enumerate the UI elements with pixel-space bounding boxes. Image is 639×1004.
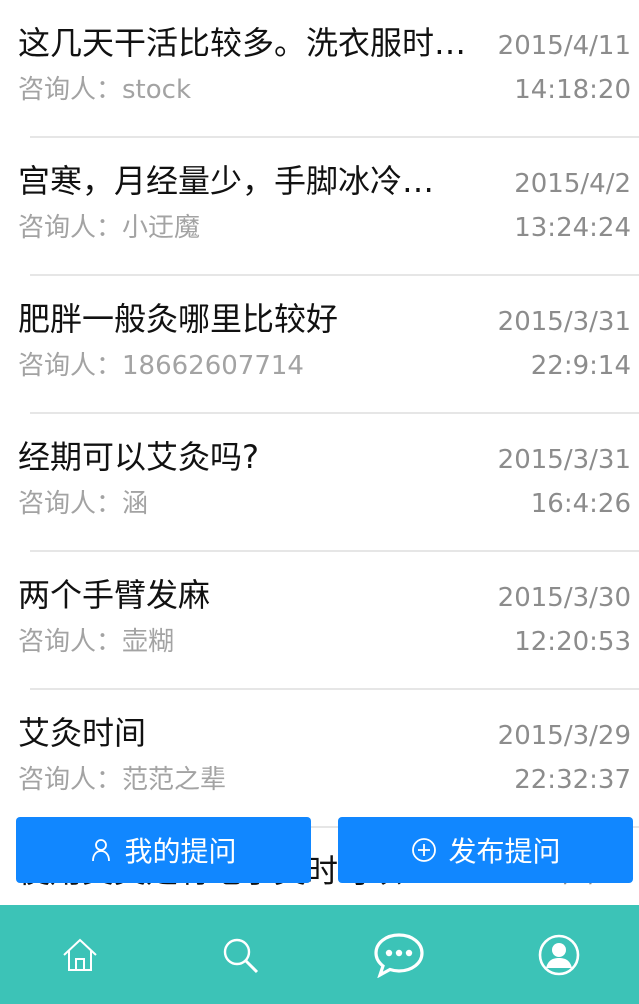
question-time: 22:9:14 xyxy=(530,351,631,381)
question-title: 艾灸时间 xyxy=(18,714,147,752)
question-item[interactable]: 两个手臂发麻 咨询人：壶糊 2015/3/30 12:20:53 xyxy=(0,552,639,690)
question-asker: 咨询人：范范之辈 xyxy=(18,765,227,795)
question-item[interactable]: 经期可以艾灸吗? 咨询人：涵 2015/3/31 16:4:26 xyxy=(0,414,639,552)
question-asker: 咨询人：壶糊 xyxy=(18,627,175,657)
tab-profile[interactable] xyxy=(479,905,639,1004)
question-time: 22:32:37 xyxy=(514,765,631,795)
question-asker: 咨询人：18662607714 xyxy=(18,351,304,381)
question-date: 2015/4/11 xyxy=(497,31,631,61)
chat-icon xyxy=(374,932,424,978)
tab-home[interactable] xyxy=(0,905,160,1004)
question-list: 这几天干活比较多。洗衣服时感觉… 咨询人：stock 2015/4/11 14:… xyxy=(0,0,639,905)
question-time: 13:24:24 xyxy=(514,213,631,243)
question-date: 2015/3/31 xyxy=(497,445,631,475)
tab-consult[interactable] xyxy=(320,905,480,1004)
search-icon xyxy=(223,938,258,973)
home-icon xyxy=(63,938,97,971)
question-item[interactable]: 这几天干活比较多。洗衣服时感觉… 咨询人：stock 2015/4/11 14:… xyxy=(0,0,639,138)
question-title: 这几天干活比较多。洗衣服时感觉… xyxy=(18,24,496,62)
question-time: 12:20:53 xyxy=(514,627,631,657)
question-title: 宫寒，月经量少，手脚冰冷… xyxy=(18,162,435,200)
post-question-label: 发布提问 xyxy=(448,835,561,868)
tab-search[interactable] xyxy=(160,905,320,1004)
question-time: 14:18:20 xyxy=(514,75,631,105)
question-title: 肥胖一般灸哪里比较好 xyxy=(18,300,339,338)
question-asker: 咨询人：stock xyxy=(18,75,191,105)
question-date: 2015/4/2 xyxy=(514,169,631,199)
plus-circle-icon xyxy=(412,838,437,862)
question-item[interactable]: 宫寒，月经量少，手脚冰冷… 咨询人：小迂魔 2015/4/2 13:24:24 xyxy=(0,138,639,276)
my-questions-button[interactable]: 我的提问 xyxy=(16,817,311,883)
question-title: 经期可以艾灸吗? xyxy=(18,438,259,476)
my-questions-label: 我的提问 xyxy=(124,835,237,868)
question-asker: 咨询人：涵 xyxy=(18,489,149,519)
question-title: 两个手臂发麻 xyxy=(18,576,211,614)
question-date: 2015/3/29 xyxy=(497,721,631,751)
person-icon xyxy=(92,839,111,862)
question-time: 16:4:26 xyxy=(530,489,631,519)
bottom-tab-bar xyxy=(0,905,639,1004)
question-date: 2015/3/31 xyxy=(497,307,631,337)
question-item[interactable]: 肥胖一般灸哪里比较好 咨询人：18662607714 2015/3/31 22:… xyxy=(0,276,639,414)
question-date: 2015/3/30 xyxy=(497,583,631,613)
post-question-button[interactable]: 发布提问 xyxy=(338,817,633,883)
question-item[interactable]: 艾灸时间 咨询人：范范之辈 2015/3/29 22:32:37 xyxy=(0,690,639,828)
user-icon xyxy=(538,934,580,975)
question-asker: 咨询人：小迂魔 xyxy=(18,213,201,243)
